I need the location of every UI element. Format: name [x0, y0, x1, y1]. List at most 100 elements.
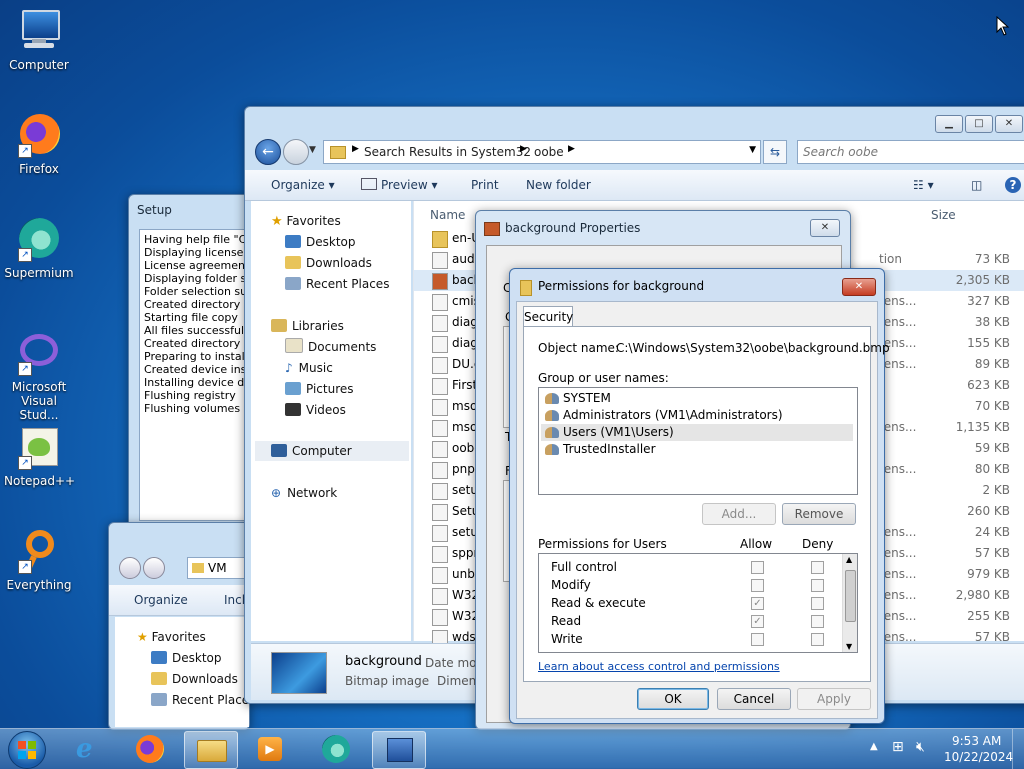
cancel-button[interactable]: Cancel: [717, 688, 791, 710]
desktop-icon-firefox[interactable]: ↗ Firefox: [4, 112, 74, 176]
file-icon: [432, 252, 448, 269]
view-options-icon[interactable]: ☷ ▾: [913, 170, 934, 200]
allow-checkbox[interactable]: [751, 579, 764, 592]
back-button[interactable]: ←: [255, 139, 281, 165]
allow-checkbox[interactable]: [751, 633, 764, 646]
deny-checkbox[interactable]: [811, 615, 824, 628]
remove-button[interactable]: Remove: [782, 503, 856, 525]
scroll-down-icon[interactable]: ▼: [846, 642, 852, 651]
close-button[interactable]: ✕: [995, 115, 1023, 133]
show-hidden-icons[interactable]: ▲: [870, 741, 878, 752]
close-button[interactable]: ✕: [810, 219, 840, 237]
new-folder-button[interactable]: New folder: [526, 170, 591, 200]
deny-checkbox[interactable]: [811, 633, 824, 646]
file-icon: [432, 315, 448, 332]
nav-network[interactable]: ⊕ Network: [271, 483, 337, 503]
nav-downloads[interactable]: Downloads: [285, 253, 372, 273]
column-header-name[interactable]: Name: [430, 208, 465, 222]
add-button[interactable]: Add...: [702, 503, 776, 525]
deny-checkbox[interactable]: [811, 579, 824, 592]
allow-checkbox[interactable]: ✓: [751, 597, 764, 610]
forward-button[interactable]: [283, 139, 309, 165]
allow-checkbox[interactable]: ✓: [751, 615, 764, 628]
preview-button[interactable]: Preview ▾: [361, 170, 438, 200]
help-icon[interactable]: ?: [1005, 170, 1021, 200]
taskbar-firefox[interactable]: [124, 731, 176, 767]
breadcrumb-item[interactable]: oobe: [534, 145, 564, 159]
file-size: 1,135 KB: [955, 420, 1010, 434]
permission-scrollbar[interactable]: ▲ ▼: [842, 554, 857, 652]
visual-studio-icon: ↗: [16, 330, 62, 376]
nav-desktop[interactable]: Desktop: [151, 648, 222, 668]
forward-button[interactable]: [143, 557, 165, 579]
desktop-icon-everything[interactable]: ↗ Everything: [4, 528, 74, 592]
folder-icon: [432, 231, 448, 248]
taskbar-media-player[interactable]: ▶: [244, 731, 296, 767]
network-tray-icon[interactable]: ⊞: [892, 739, 904, 755]
apply-button[interactable]: Apply: [797, 688, 871, 710]
nav-recent-places[interactable]: Recent Places: [285, 274, 389, 294]
desktop-icon-notepadpp[interactable]: ↗ Notepad++: [4, 424, 75, 488]
search-input[interactable]: Search oobe ⌕: [797, 140, 1024, 164]
clock-time[interactable]: 9:53 AM: [952, 734, 1001, 748]
organize-button[interactable]: Organize: [134, 585, 188, 615]
user-list-item[interactable]: Users (VM1\Users): [541, 424, 853, 441]
print-button[interactable]: Print: [471, 170, 499, 200]
show-desktop-button[interactable]: [1012, 729, 1024, 769]
scroll-up-icon[interactable]: ▲: [846, 555, 852, 564]
access-control-link[interactable]: Learn about access control and permissio…: [538, 660, 780, 673]
taskbar-setup[interactable]: [372, 731, 426, 769]
include-button[interactable]: Incl: [224, 585, 245, 615]
nav-videos[interactable]: Videos: [285, 400, 346, 420]
deny-checkbox[interactable]: [811, 597, 824, 610]
address-bar[interactable]: VM: [187, 557, 251, 579]
deny-checkbox[interactable]: [811, 561, 824, 574]
nav-favorites[interactable]: ★ Favorites: [271, 211, 341, 231]
nav-pictures[interactable]: Pictures: [285, 379, 354, 399]
user-list-item[interactable]: Administrators (VM1\Administrators): [541, 407, 853, 424]
minimize-button[interactable]: ▁: [935, 115, 963, 133]
file-name: mso: [452, 420, 478, 434]
taskbar-explorer[interactable]: [184, 731, 238, 769]
maximize-button[interactable]: □: [965, 115, 993, 133]
column-header-size[interactable]: Size: [931, 208, 956, 222]
nav-downloads[interactable]: Downloads: [151, 669, 238, 689]
scroll-thumb[interactable]: [845, 570, 856, 622]
nav-desktop[interactable]: Desktop: [285, 232, 356, 252]
tab-security[interactable]: Security: [523, 306, 573, 327]
nav-computer[interactable]: Computer: [255, 441, 409, 461]
nav-recent-places[interactable]: Recent Places: [151, 690, 255, 710]
explorer-window-secondary[interactable]: VM Organize Incl ★ Favorites Desktop Dow…: [108, 522, 255, 730]
close-button[interactable]: ✕: [842, 278, 876, 296]
preview-pane-icon[interactable]: ◫: [971, 170, 982, 200]
desktop-icon-visual-studio[interactable]: ↗ Microsoft Visual Stud...: [4, 330, 74, 422]
setup-window[interactable]: Setup Having help file "C:\...Displaying…: [128, 194, 250, 536]
nav-documents[interactable]: Documents: [285, 337, 376, 357]
address-dropdown-icon[interactable]: ▼: [749, 145, 756, 155]
allow-checkbox[interactable]: [751, 561, 764, 574]
breadcrumb-item[interactable]: Search Results in System32: [364, 145, 531, 159]
ok-button[interactable]: OK: [637, 688, 709, 710]
nav-libraries[interactable]: Libraries: [271, 316, 344, 336]
internet-explorer-icon: e: [76, 734, 93, 764]
file-size: 155 KB: [967, 336, 1010, 350]
volume-muted-icon[interactable]: 🔇︎: [916, 739, 925, 755]
desktop-icon-supermium[interactable]: ↗ Supermium: [4, 216, 74, 280]
clock-date[interactable]: 10/22/2024: [944, 750, 1013, 764]
taskbar-ie[interactable]: e: [64, 731, 116, 767]
refresh-button[interactable]: ⇆: [763, 140, 787, 164]
file-size: 59 KB: [974, 441, 1010, 455]
taskbar-supermium[interactable]: [310, 731, 362, 767]
address-bar[interactable]: ▶ Search Results in System32 ▶ oobe ▶ ▼: [323, 140, 761, 164]
nav-music[interactable]: ♪ Music: [285, 358, 333, 378]
permissions-dialog[interactable]: Permissions for background ✕ Security Ob…: [509, 268, 890, 724]
organize-button[interactable]: Organize ▾: [271, 170, 335, 200]
nav-favorites[interactable]: ★ Favorites: [137, 627, 206, 647]
desktop-icon-computer[interactable]: Computer: [4, 8, 74, 72]
file-icon: [432, 441, 448, 458]
start-button[interactable]: [8, 731, 46, 769]
back-button[interactable]: [119, 557, 141, 579]
user-list-item[interactable]: TrustedInstaller: [541, 441, 853, 458]
user-list-item[interactable]: SYSTEM: [541, 390, 853, 407]
recent-pages-dropdown[interactable]: ▼: [309, 145, 316, 155]
